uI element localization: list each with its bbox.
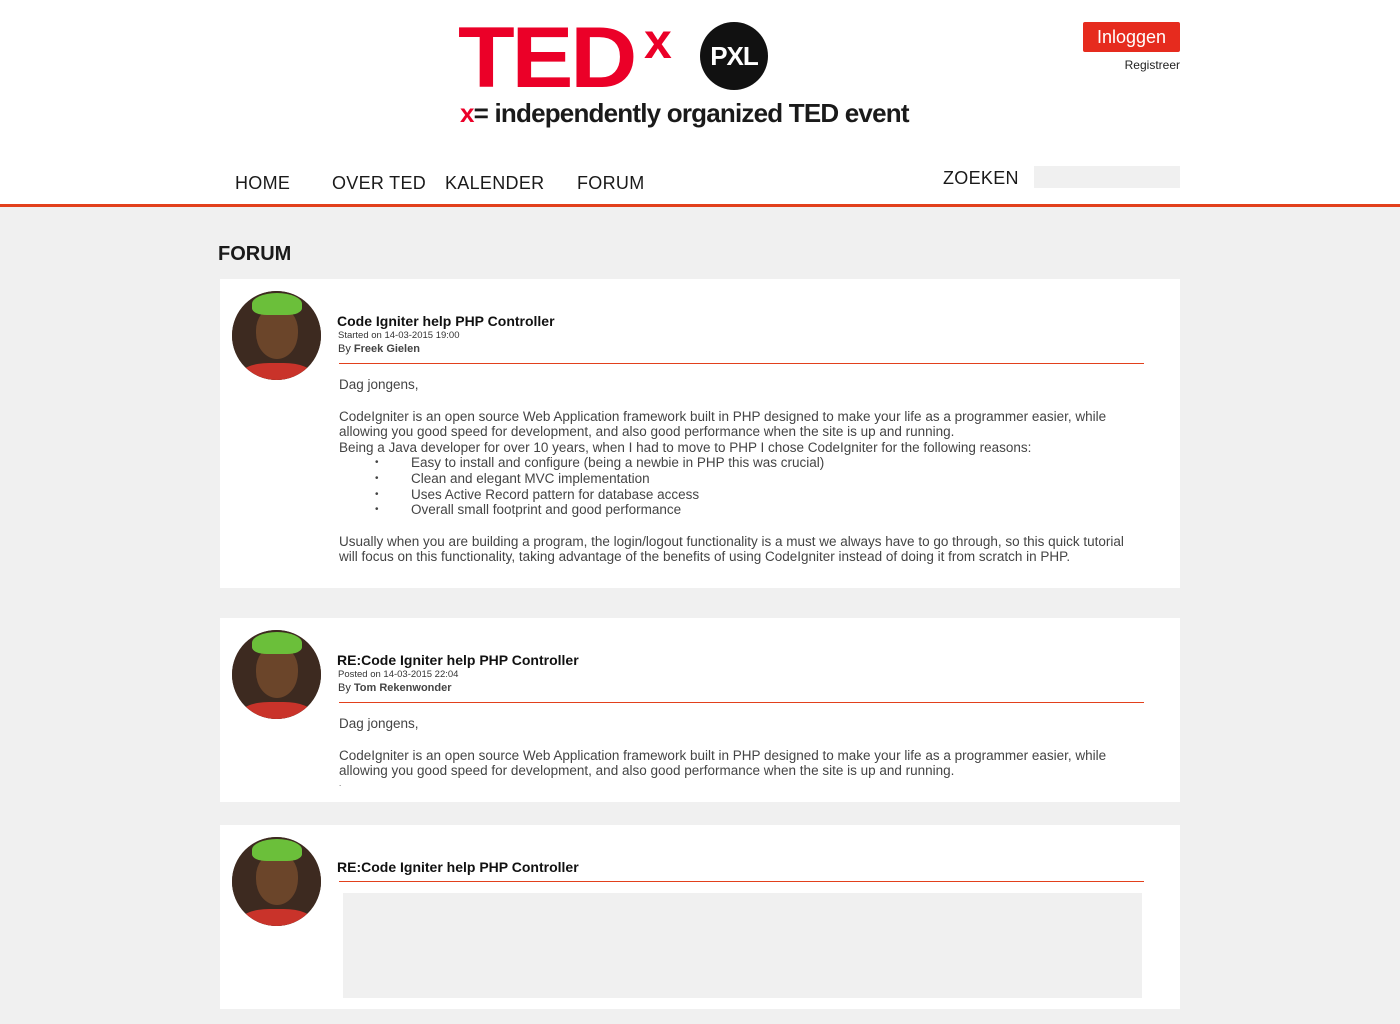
logo-tagline-text: = independently organized TED event [473,98,910,128]
post-greeting: Dag jongens, [339,377,419,392]
post-by-prefix: By [338,343,354,355]
post-divider [339,881,1144,882]
tedx-pxl-logo[interactable]: TED x PXL x= independently organized TED… [458,10,958,138]
logo-tagline-x: x [460,98,474,128]
nav-item-kalender[interactable]: KALENDER [445,173,544,194]
reply-textarea[interactable] [343,893,1142,998]
logo-x-text: x [644,13,672,69]
avatar [232,837,321,926]
post-trailing: . [339,778,342,788]
post-bullet-list: Easy to install and configure (being a n… [339,455,1139,517]
post-paragraph: Usually when you are building a program,… [339,533,1124,565]
post-by-prefix: By [338,682,354,694]
post-divider [339,363,1144,364]
site-header: TED x PXL x= independently organized TED… [0,0,1400,204]
post-author-line: By Tom Rekenwonder [338,682,452,694]
post-author[interactable]: Tom Rekenwonder [354,682,452,694]
nav-item-home[interactable]: HOME [235,173,290,194]
avatar[interactable] [232,630,321,719]
logo-tagline: x= independently organized TED event [460,98,910,129]
post-date: Started on 14-03-2015 19:00 [338,330,460,341]
post-paragraph: CodeIgniter is an open source Web Applic… [339,747,1107,779]
header-divider [0,204,1400,207]
forum-post: RE:Code Igniter help PHP Controller Post… [220,618,1180,802]
list-item: Overall small footprint and good perform… [339,502,1139,518]
post-body: Dag jongens, CodeIgniter is an open sour… [339,377,1139,565]
reply-form: RE:Code Igniter help PHP Controller [220,825,1180,1009]
list-item: Clean and elegant MVC implementation [339,471,1139,487]
list-item: Easy to install and configure (being a n… [339,455,1139,471]
pxl-badge: PXL [700,22,768,90]
post-divider [339,702,1144,703]
search-label: ZOEKEN [943,168,1019,188]
post-date: Posted on 14-03-2015 22:04 [338,669,459,680]
post-author-line: By Freek Gielen [338,343,420,355]
post-title[interactable]: Code Igniter help PHP Controller [337,313,555,329]
forum-post: Code Igniter help PHP Controller Started… [220,279,1180,588]
avatar[interactable] [232,291,321,380]
nav-item-over-ted[interactable]: OVER TED [332,173,426,194]
post-paragraph: CodeIgniter is an open source Web Applic… [339,408,1107,440]
reply-title: RE:Code Igniter help PHP Controller [337,859,579,875]
logo-ted-text: TED [458,10,637,106]
search-input[interactable] [1034,166,1180,188]
post-author[interactable]: Freek Gielen [354,343,420,355]
page-title: FORUM [218,243,292,265]
list-item: Uses Active Record pattern for database … [339,487,1139,503]
post-body: Dag jongens, CodeIgniter is an open sour… [339,716,1139,789]
post-greeting: Dag jongens, [339,716,419,731]
register-link[interactable]: Registreer [1125,58,1180,72]
login-button[interactable]: Inloggen [1083,22,1180,52]
nav-item-forum[interactable]: FORUM [577,173,645,194]
post-paragraph: Being a Java developer for over 10 years… [339,439,1032,455]
post-title[interactable]: RE:Code Igniter help PHP Controller [337,652,579,668]
